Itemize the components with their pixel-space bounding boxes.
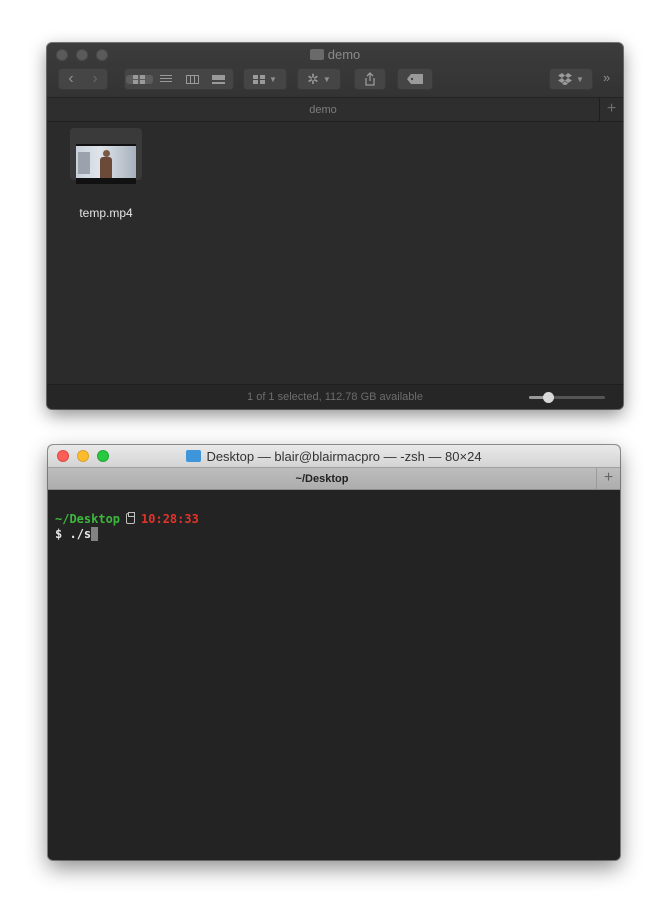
gallery-view-button[interactable] bbox=[206, 74, 233, 84]
prompt-symbol: $ bbox=[55, 527, 63, 541]
window-title: demo bbox=[47, 47, 623, 62]
chevron-down-icon: ▼ bbox=[269, 74, 277, 84]
group-by-button[interactable]: ▼ bbox=[243, 68, 287, 90]
text-cursor bbox=[91, 527, 99, 541]
prompt-line: ~/Desktop 10:28:33 bbox=[55, 512, 620, 527]
chevron-left-icon: ‹ bbox=[68, 70, 74, 87]
columns-icon bbox=[185, 74, 199, 84]
terminal-titlebar[interactable]: Desktop — blair@blairmacpro — -zsh — 80×… bbox=[48, 445, 620, 467]
finder-window: demo ‹ › ▼ ✲ ▼ ▼ » demo + temp.mp4 1 of … bbox=[47, 43, 623, 409]
icon-view-button[interactable] bbox=[126, 74, 153, 84]
gear-icon: ✲ bbox=[307, 70, 319, 87]
tags-button[interactable] bbox=[397, 68, 433, 90]
prompt-time: 10:28:33 bbox=[141, 512, 199, 526]
tab-demo[interactable]: demo bbox=[47, 104, 599, 116]
terminal-window: Desktop — blair@blairmacpro — -zsh — 80×… bbox=[48, 445, 620, 860]
column-view-button[interactable] bbox=[179, 74, 206, 84]
file-item-temp-mp4[interactable] bbox=[70, 128, 142, 184]
file-name-label[interactable]: temp.mp4 bbox=[70, 206, 142, 220]
slider-knob[interactable] bbox=[543, 392, 554, 403]
arrange-icon bbox=[253, 74, 266, 84]
back-button[interactable]: ‹ bbox=[59, 70, 83, 88]
chevron-down-icon: ▼ bbox=[322, 74, 331, 84]
folder-icon bbox=[186, 450, 202, 462]
new-tab-button[interactable]: + bbox=[599, 98, 623, 121]
window-title: Desktop — blair@blairmacpro — -zsh — 80×… bbox=[48, 449, 620, 464]
icon-size-slider[interactable] bbox=[529, 392, 605, 403]
share-icon bbox=[365, 72, 375, 86]
new-tab-button[interactable]: + bbox=[596, 468, 620, 489]
video-thumbnail bbox=[76, 144, 136, 184]
clipboard-icon bbox=[126, 512, 136, 524]
back-forward-control: ‹ › bbox=[58, 68, 108, 90]
status-bar: 1 of 1 selected, 112.78 GB available bbox=[47, 384, 623, 409]
finder-titlebar[interactable]: demo ‹ › ▼ ✲ ▼ ▼ » bbox=[47, 43, 623, 97]
dropbox-button[interactable]: ▼ bbox=[549, 68, 593, 90]
grid-icon bbox=[133, 74, 146, 84]
window-title-text: Desktop — blair@blairmacpro — -zsh — 80×… bbox=[206, 449, 482, 464]
window-title-text: demo bbox=[327, 47, 361, 62]
folder-icon bbox=[309, 49, 324, 60]
gallery-icon bbox=[212, 74, 226, 84]
share-button[interactable] bbox=[354, 68, 386, 90]
command-line[interactable]: $ ./s bbox=[55, 527, 620, 542]
action-menu-button[interactable]: ✲ ▼ bbox=[297, 68, 341, 90]
tab-desktop[interactable]: ~/Desktop bbox=[48, 473, 596, 485]
tab-bar: demo + bbox=[47, 97, 623, 122]
tab-bar: ~/Desktop + bbox=[48, 467, 620, 490]
prompt-directory: ~/Desktop bbox=[55, 512, 121, 526]
terminal-output[interactable]: ~/Desktop 10:28:33 $ ./s bbox=[48, 490, 620, 860]
list-view-button[interactable] bbox=[153, 74, 180, 84]
file-browser-area[interactable]: temp.mp4 bbox=[47, 122, 623, 384]
view-mode-control bbox=[124, 68, 234, 90]
forward-button[interactable]: › bbox=[83, 70, 107, 88]
list-icon bbox=[159, 74, 172, 84]
toolbar-overflow-button[interactable]: » bbox=[603, 70, 610, 85]
dropbox-icon bbox=[558, 73, 573, 85]
tag-icon bbox=[407, 74, 423, 84]
chevron-down-icon: ▼ bbox=[576, 74, 584, 84]
chevron-right-icon: › bbox=[92, 70, 98, 87]
command-input[interactable]: ./s bbox=[69, 527, 91, 541]
